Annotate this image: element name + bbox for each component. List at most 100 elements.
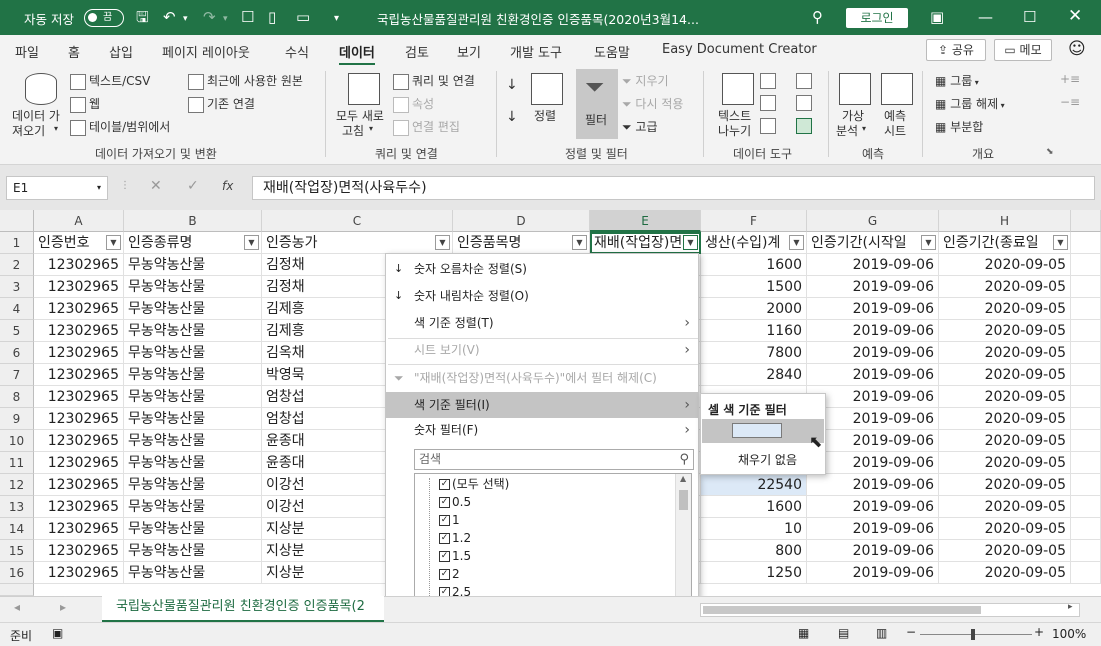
column-header-a[interactable]: A: [34, 210, 124, 232]
cell-b[interactable]: 무농약농산물: [124, 320, 262, 342]
row-header[interactable]: 3: [0, 276, 34, 298]
zoom-in-icon[interactable]: +: [1034, 625, 1044, 639]
tab-review[interactable]: 검토: [405, 42, 429, 61]
cell-f[interactable]: 1600: [701, 496, 807, 518]
row-header[interactable]: 7: [0, 364, 34, 386]
cell-b[interactable]: 무농약농산물: [124, 386, 262, 408]
cell-g[interactable]: 2019-09-06: [807, 342, 939, 364]
filter-value-item[interactable]: ✓ (모두 선택): [439, 475, 509, 493]
tab-data[interactable]: 데이터: [339, 42, 375, 66]
row-header[interactable]: 12: [0, 474, 34, 496]
cell-i[interactable]: [1071, 496, 1101, 518]
filter-value-item[interactable]: ✓ 1.2: [439, 529, 471, 547]
filter-value-item[interactable]: ✓ 1: [439, 511, 460, 529]
splitter-dots-icon[interactable]: ⋮: [120, 180, 130, 191]
column-header-d[interactable]: D: [453, 210, 590, 232]
filter-by-color-item[interactable]: 색 기준 필터(I) ›: [386, 392, 698, 418]
tab-insert[interactable]: 삽입: [109, 42, 133, 61]
cell-i[interactable]: [1071, 298, 1101, 320]
tab-developer[interactable]: 개발 도구: [510, 42, 562, 61]
row-header[interactable]: 16: [0, 562, 34, 584]
cell-i[interactable]: [1071, 320, 1101, 342]
subtotal-button[interactable]: ▦ 부분합: [935, 118, 983, 135]
checkbox-checked-icon[interactable]: ✓: [439, 479, 450, 490]
memo-button[interactable]: ▭ 메모: [994, 39, 1052, 61]
print-icon[interactable]: ▭: [296, 7, 310, 27]
header-cell-h[interactable]: 인증기간(종료일 ▼: [939, 232, 1071, 254]
clear-filter-button[interactable]: ⏷ 지우기: [622, 72, 669, 89]
row-header[interactable]: 13: [0, 496, 34, 518]
tab-easy-document-creator[interactable]: Easy Document Creator: [662, 42, 817, 57]
cell-b[interactable]: 무농약농산물: [124, 254, 262, 276]
dialog-launcher-icon[interactable]: ⬊: [1046, 147, 1054, 157]
cell-g[interactable]: 2019-09-06: [807, 386, 939, 408]
color-swatch-item[interactable]: [702, 419, 824, 443]
checkbox-checked-icon[interactable]: ✓: [439, 497, 450, 508]
refresh-all-button-line2[interactable]: 고침: [342, 122, 364, 139]
filter-button[interactable]: ⏷ 필터: [576, 69, 618, 139]
cell-h[interactable]: 2020-09-05: [939, 430, 1071, 452]
column-header-e[interactable]: E: [590, 210, 701, 232]
row-header[interactable]: 5: [0, 320, 34, 342]
cell-a[interactable]: 12302965: [34, 342, 124, 364]
cell-b[interactable]: 무농약농산물: [124, 518, 262, 540]
cell-i[interactable]: [1071, 276, 1101, 298]
cell-b[interactable]: 무농약농산물: [124, 298, 262, 320]
flash-fill-icon[interactable]: [760, 73, 779, 89]
cell-b[interactable]: 무농약농산물: [124, 408, 262, 430]
row-header[interactable]: 4: [0, 298, 34, 320]
checkbox-checked-icon[interactable]: ✓: [439, 569, 450, 580]
cell-a[interactable]: 12302965: [34, 562, 124, 584]
column-header-g[interactable]: G: [807, 210, 939, 232]
cell-a[interactable]: 12302965: [34, 298, 124, 320]
scroll-tabs-right-icon[interactable]: ▸: [60, 600, 66, 614]
sort-ascending-item[interactable]: ↓ 숫자 오름차순 정렬(S): [386, 256, 698, 282]
cell-a[interactable]: 12302965: [34, 276, 124, 298]
checkbox-checked-icon[interactable]: ✓: [439, 551, 450, 562]
cell-h[interactable]: 2020-09-05: [939, 452, 1071, 474]
cell-a[interactable]: 12302965: [34, 496, 124, 518]
cell-g[interactable]: 2019-09-06: [807, 320, 939, 342]
filter-value-item[interactable]: ✓ 2: [439, 565, 460, 583]
row-header[interactable]: 9: [0, 408, 34, 430]
text-to-columns-button-line2[interactable]: 나누기: [718, 122, 751, 139]
zoom-slider-thumb[interactable]: [971, 629, 975, 640]
cell-f[interactable]: 2840: [701, 364, 807, 386]
cell-g[interactable]: 2019-09-06: [807, 408, 939, 430]
header-cell-e[interactable]: 재배(작업장)면 ▼: [590, 232, 701, 254]
scroll-tabs-left-icon[interactable]: ◂: [14, 600, 20, 614]
cell-f[interactable]: 2000: [701, 298, 807, 320]
cell-a[interactable]: 12302965: [34, 254, 124, 276]
name-box[interactable]: E1 ▾: [6, 176, 108, 200]
h-scroll-thumb[interactable]: [703, 606, 981, 614]
column-header-f[interactable]: F: [701, 210, 807, 232]
document-icon[interactable]: ▯: [268, 7, 276, 27]
cell-h[interactable]: 2020-09-05: [939, 298, 1071, 320]
close-icon[interactable]: ✕: [1068, 6, 1082, 26]
reapply-button[interactable]: ⏷ 다시 적용: [622, 95, 683, 112]
cell-g[interactable]: 2019-09-06: [807, 496, 939, 518]
column-header-b[interactable]: B: [124, 210, 262, 232]
cell-b[interactable]: 무농약농산물: [124, 562, 262, 584]
no-fill-item[interactable]: 채우기 없음: [738, 451, 797, 468]
cell-i[interactable]: [1071, 562, 1101, 584]
cell-f[interactable]: 1500: [701, 276, 807, 298]
normal-view-icon[interactable]: ▦: [798, 626, 809, 640]
row-header[interactable]: 8: [0, 386, 34, 408]
select-all-button[interactable]: [0, 210, 34, 232]
cell-b[interactable]: 무농약농산물: [124, 364, 262, 386]
edit-links-button[interactable]: 연결 편집: [393, 118, 460, 136]
horizontal-scrollbar[interactable]: [700, 603, 1080, 617]
cell-b[interactable]: 무농약농산물: [124, 540, 262, 562]
cell-a[interactable]: 12302965: [34, 386, 124, 408]
cell-i[interactable]: [1071, 474, 1101, 496]
tab-file[interactable]: 파일: [15, 42, 39, 61]
header-cell-c[interactable]: 인증농가 ▼: [262, 232, 453, 254]
text-csv-button[interactable]: 텍스트/CSV: [70, 72, 150, 90]
cell-h[interactable]: 2020-09-05: [939, 562, 1071, 584]
cell-h[interactable]: 2020-09-05: [939, 518, 1071, 540]
get-data-button-line2[interactable]: 져오기: [12, 122, 45, 139]
row-header[interactable]: 6: [0, 342, 34, 364]
undo-icon[interactable]: ↶: [163, 7, 176, 27]
row-header[interactable]: 15: [0, 540, 34, 562]
